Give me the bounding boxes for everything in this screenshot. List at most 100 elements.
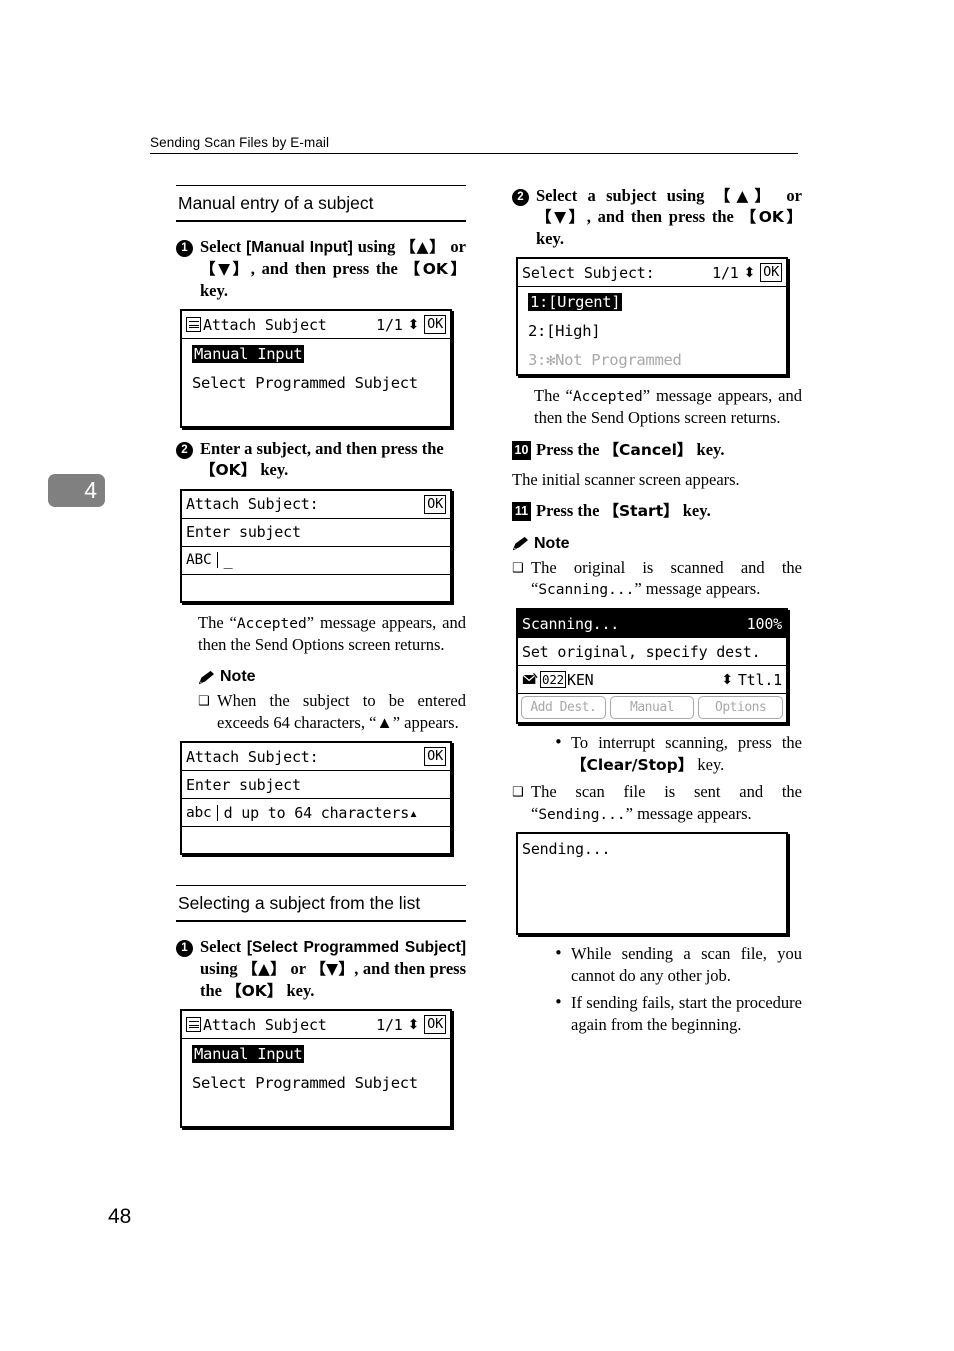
lcd-list-item[interactable]: Select Programmed Subject [182, 1068, 450, 1097]
lcd-ok-button[interactable]: OK [424, 315, 446, 335]
chapter-tab: 4 [48, 474, 105, 507]
note-text: When the subject to be entered exceeds 6… [217, 691, 466, 732]
overflow-caret-icon: ▴ [409, 803, 418, 822]
note-checkbox-icon: ❑ [198, 694, 210, 710]
step-frag: Select [200, 937, 247, 957]
note-checkbox-icon: ❑ [512, 785, 524, 801]
screen-item-ref: [Select Programmed Subject] [246, 939, 466, 957]
pencil-icon [198, 670, 214, 685]
lcd-soft-button-row: Add Dest. Manual Options [518, 694, 786, 722]
screen-item-ref: [Manual Input] [246, 239, 353, 256]
lcd-list-item[interactable]: 2:[High] [518, 316, 786, 345]
lcd-input-row[interactable]: ABC _ [182, 547, 450, 575]
lcd-instruction-row: Set original, specify dest. [518, 638, 786, 667]
section-heading-manual-entry: Manual entry of a subject [176, 185, 466, 222]
lcd-message-scanning: Scanning... [538, 582, 635, 599]
lcd-title: Attach Subject: [186, 495, 319, 514]
lcd-progress-percent: 100% [746, 614, 783, 633]
lcd-page-indicator: 1/1 [376, 315, 403, 334]
section-heading-select-from-list: Selecting a subject from the list [176, 885, 466, 923]
soft-button-add-dest[interactable]: Add Dest. [521, 696, 606, 720]
lcd-instruction: Set original, specify dest. [522, 642, 761, 661]
lcd-title: Attach Subject [203, 1015, 327, 1034]
soft-button-options[interactable]: Options [698, 696, 784, 720]
menu-list-icon [186, 1017, 201, 1033]
lcd-item-label: Manual Input [192, 1044, 305, 1063]
step-frag: or [776, 186, 802, 205]
step-frag: , and then press the [586, 207, 741, 227]
step-frag: key. [256, 460, 289, 480]
lcd-title: Attach Subject: [186, 747, 319, 766]
lcd-title: Select Subject: [522, 263, 655, 282]
bullet-icon: • [554, 733, 563, 752]
lcd-list-item-selected[interactable]: Manual Input [182, 1039, 450, 1068]
lcd-list-item-selected[interactable]: 1:[Urgent] [518, 287, 786, 316]
step-frag: Select a subject using [536, 186, 715, 205]
lcd-list-item-selected[interactable]: Manual Input [182, 339, 450, 368]
hardkey-clear-stop: 【Clear/Stop】 [571, 755, 694, 774]
lcd-list-item[interactable]: Select Programmed Subject [182, 368, 450, 397]
lcd-screen-attach-subject-menu-1: Attach Subject 1/1 ⬍ OK Manual Input Sel… [180, 309, 452, 429]
left-column: Manual entry of a subject 1 Select [Manu… [176, 185, 466, 1136]
step-2-right: 2 Select a subject using 【▲】 or 【▼】, and… [512, 185, 802, 249]
note-checkbox-icon: ❑ [512, 560, 524, 576]
section-heading-text: Manual entry of a subject [178, 193, 374, 213]
step-frag: or [286, 959, 311, 979]
accepted-message-paragraph: The “Accepted” message appears, and then… [198, 612, 466, 655]
step-frag: using [352, 237, 401, 256]
lcd-prompt: Enter subject [186, 775, 301, 794]
input-mode-indicator[interactable]: abc [186, 804, 218, 821]
input-mode-indicator[interactable]: ABC [186, 552, 218, 569]
step-text: Select a subject using 【▲】 or 【▼】, and t… [536, 185, 802, 249]
hardkey-up: 【▲】 [242, 960, 287, 979]
bullet-interrupt-scanning: • To interrupt scanning, press the 【Clea… [554, 732, 802, 775]
subject-input-value[interactable]: d up to 64 characters [224, 804, 410, 822]
step-1: 1 Select [Manual Input] using 【▲】 or 【▼】… [176, 236, 466, 301]
hardkey-down: 【▼】 [310, 960, 355, 979]
lcd-screen-scanning: Scanning... 100% Set original, specify d… [516, 608, 788, 725]
lcd-ok-button[interactable]: OK [424, 747, 446, 767]
bullet-frag: key. [693, 754, 725, 774]
step-2: 2 Enter a subject, and then press the 【O… [176, 438, 466, 481]
note-label: Note [220, 668, 256, 686]
lcd-input-row[interactable]: abc d up to 64 characters ▴ [182, 799, 450, 828]
step-marker: 10 [512, 439, 532, 460]
envelope-icon [522, 673, 538, 685]
soft-button-manual[interactable]: Manual [609, 696, 695, 720]
lcd-ok-button[interactable]: OK [424, 494, 446, 514]
lcd-prompt-row: Enter subject [182, 771, 450, 800]
pencil-icon [512, 537, 528, 551]
lcd-message-sending: Sending... [538, 806, 626, 823]
step-1b: 1 Select [Select Programmed Subject] usi… [176, 936, 466, 1001]
lcd-ok-button[interactable]: OK [424, 1015, 446, 1035]
lcd-screen-enter-subject-empty: Attach Subject: OK Enter subject ABC _ [180, 488, 452, 603]
hardkey-ok: 【OK】 [200, 461, 257, 480]
lcd-item-label: Select Programmed Subject [192, 373, 418, 392]
note-heading: Note [512, 535, 802, 553]
lcd-item-label: 2:[High] [528, 321, 601, 340]
heading-rule-bottom [176, 920, 466, 923]
lcd-item-label: Select Programmed Subject [192, 1073, 418, 1092]
step-frag: Select [200, 237, 247, 256]
step-frag: key. [200, 280, 228, 300]
hardkey-ok: 【OK】 [226, 981, 283, 1000]
bullet-icon: • [554, 944, 563, 963]
note-text: The scan file is sent and the “Sending..… [531, 781, 802, 824]
para-frag: The “ [534, 386, 573, 406]
note-item: ❑ When the subject to be entered exceeds… [198, 690, 466, 733]
step-10: 10 Press the 【Cancel】 key. [512, 439, 802, 460]
lcd-page-indicator: 1/1 [376, 1015, 403, 1034]
lcd-destination-row[interactable]: 022 KEN ⬍ Ttl.1 [518, 666, 786, 695]
step-number-badge: 2 [176, 442, 193, 460]
page-number: 48 [108, 1205, 132, 1228]
lcd-screen-select-subject: Select Subject: 1/1 ⬍ OK 1:[Urgent] 2:[H… [516, 257, 788, 377]
step-marker: 2 [176, 438, 196, 481]
step-text: Press the 【Cancel】 key. [536, 439, 802, 460]
lcd-status-row: Sending... [518, 834, 786, 864]
subject-input-value[interactable]: _ [224, 551, 233, 569]
lcd-title-bar: Attach Subject 1/1 ⬍ OK [182, 311, 450, 340]
step-frag: key. [678, 501, 711, 521]
lcd-ok-button[interactable]: OK [760, 263, 782, 283]
lcd-prompt-row: Enter subject [182, 519, 450, 547]
updown-arrows-icon: ⬍ [743, 264, 756, 281]
